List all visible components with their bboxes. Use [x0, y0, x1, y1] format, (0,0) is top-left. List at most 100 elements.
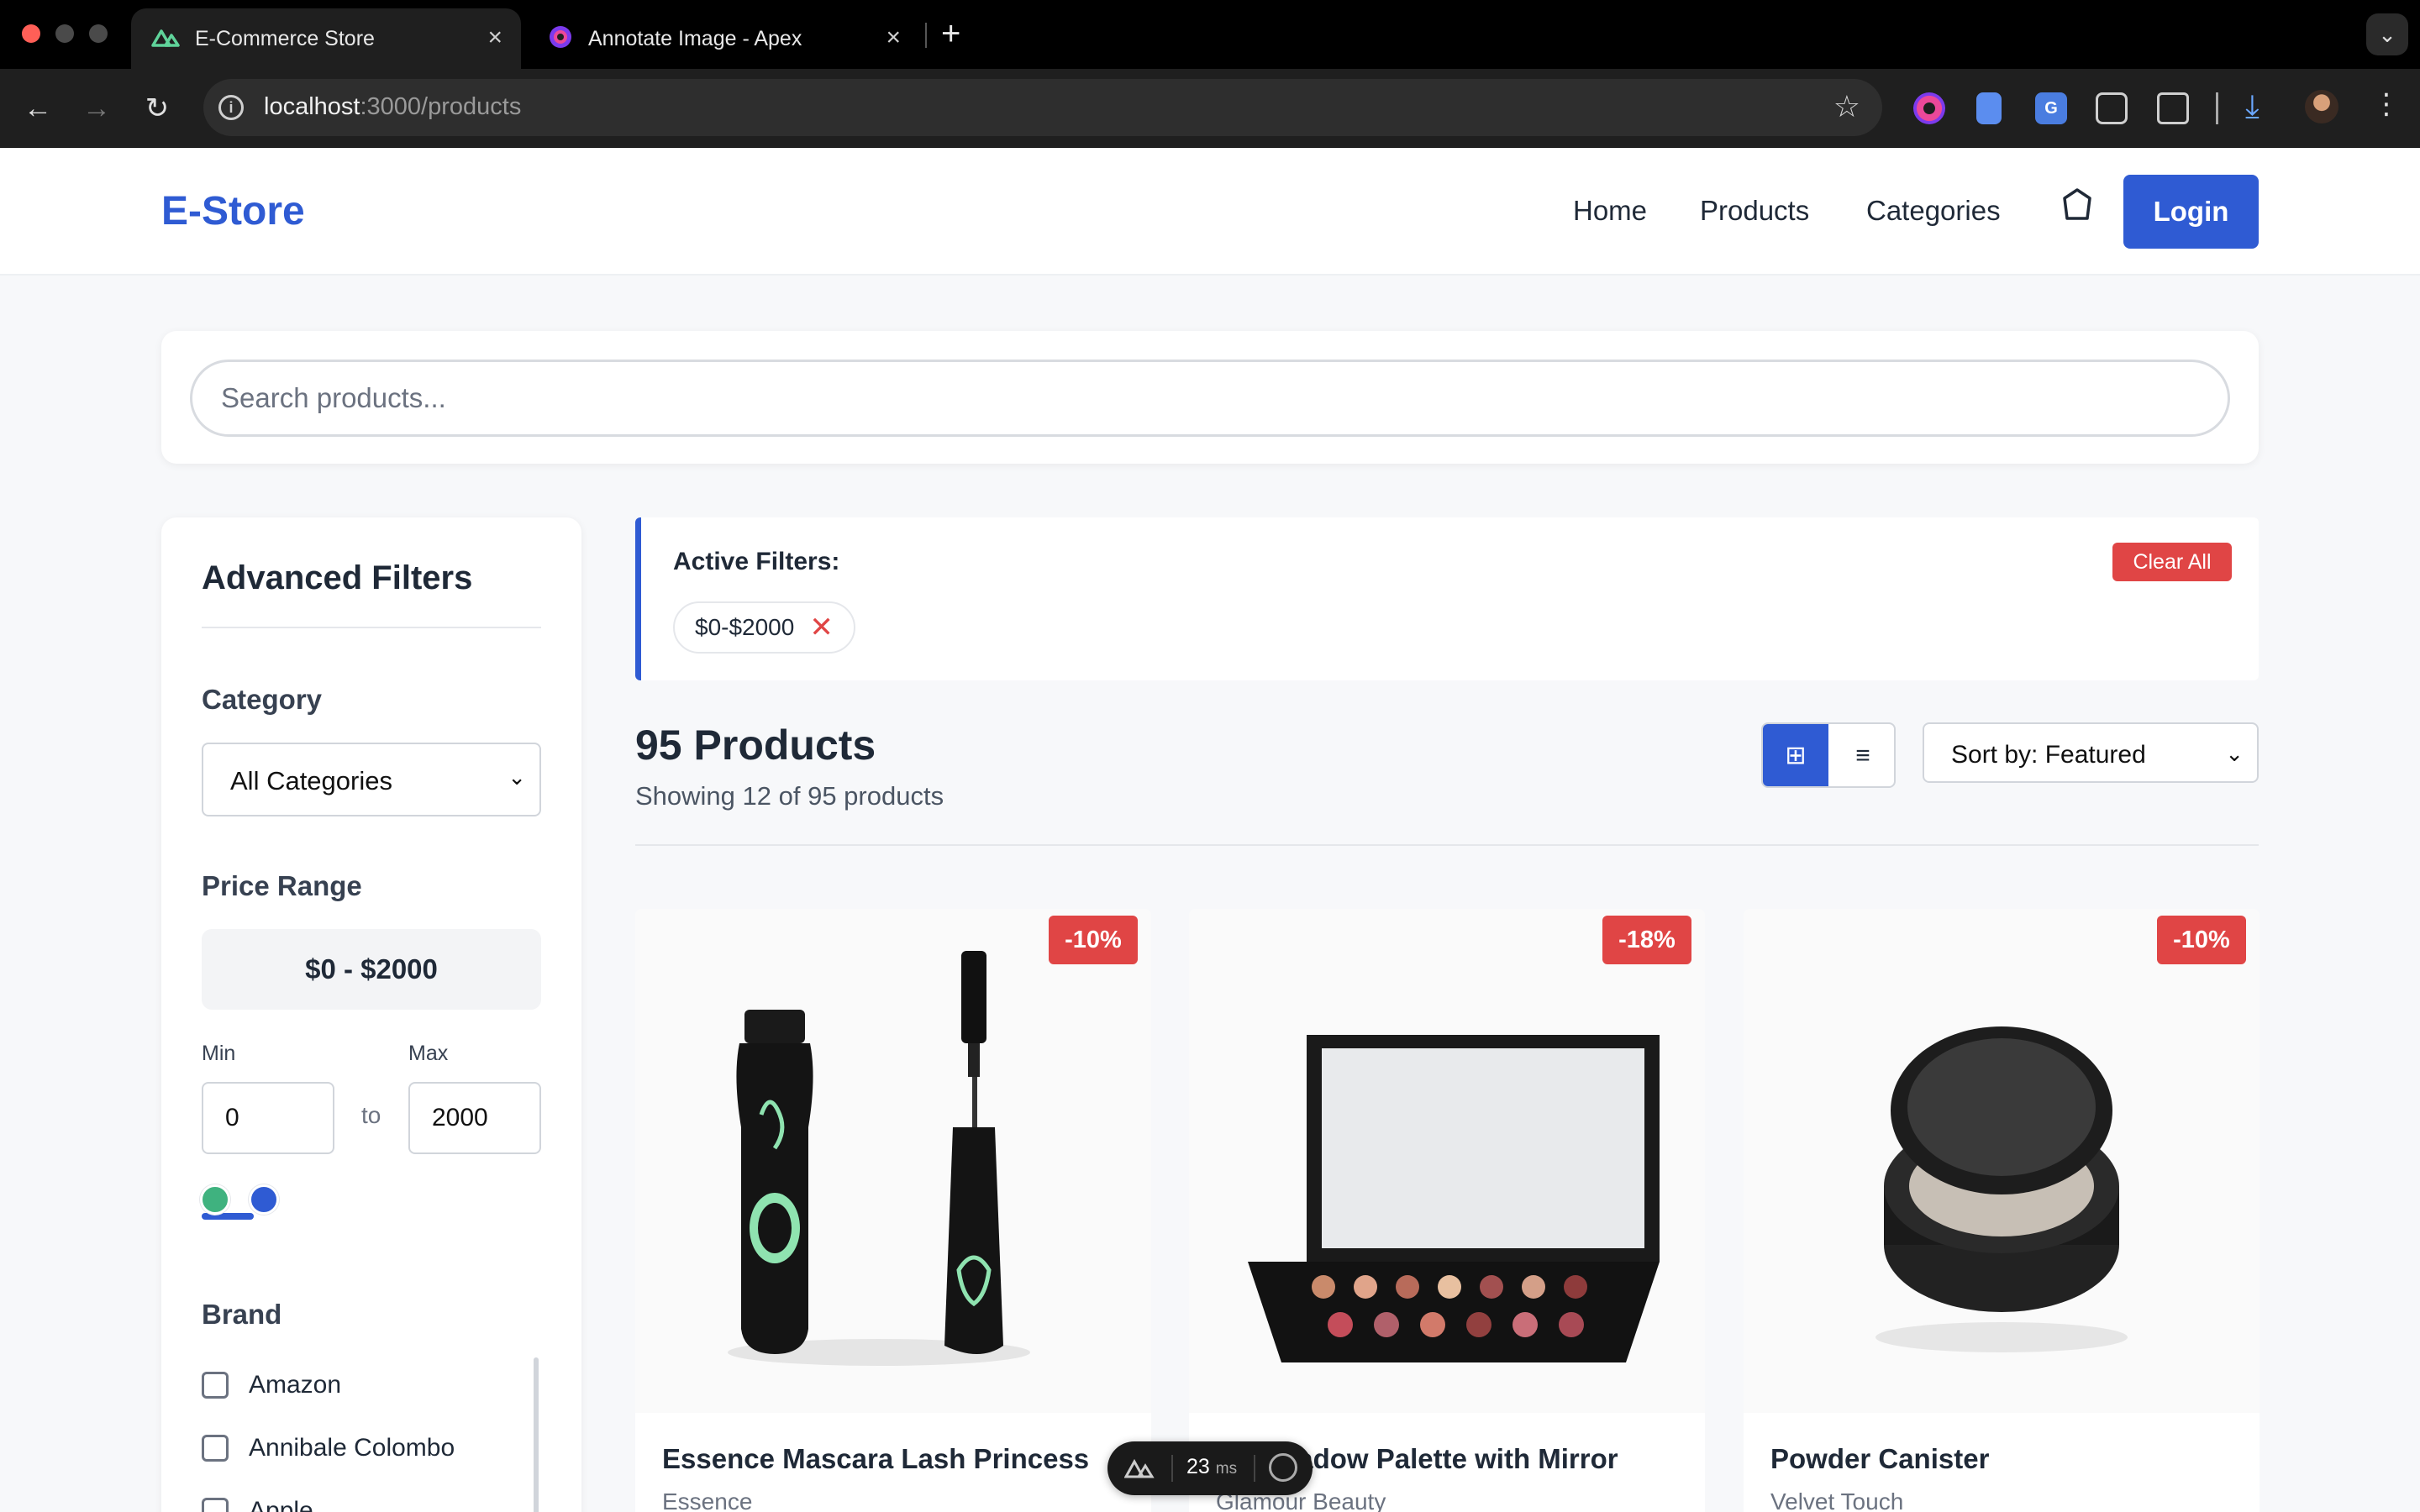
- view-toggle: ⊞ ≡: [1761, 722, 1896, 788]
- toolbar-divider: [2216, 92, 2218, 124]
- nav-categories[interactable]: Categories: [1866, 195, 2001, 227]
- apex-extension-icon[interactable]: [1913, 92, 1945, 124]
- product-brand: Essence: [662, 1488, 753, 1512]
- price-slider-track[interactable]: [202, 1213, 254, 1220]
- close-icon[interactable]: ✕: [809, 613, 834, 642]
- powder-canister-image[interactable]: -10%: [1744, 909, 2260, 1413]
- bookmark-star-icon[interactable]: ☆: [1833, 89, 1860, 124]
- category-label: Category: [202, 684, 323, 715]
- tab-separator: [925, 23, 927, 48]
- search-input[interactable]: [190, 360, 2230, 437]
- new-tab-icon[interactable]: +: [941, 15, 960, 52]
- active-filters-title: Active Filters:: [673, 548, 840, 575]
- extensions-puzzle-icon[interactable]: [2157, 92, 2189, 124]
- address-bar[interactable]: i localhost:3000/products ☆: [203, 79, 1882, 136]
- grid-view-button[interactable]: ⊞: [1763, 724, 1828, 786]
- window-minimize-button[interactable]: [55, 24, 74, 43]
- browser-menu-icon[interactable]: ⋮: [2372, 87, 2401, 121]
- tab-title: Annotate Image - Apex: [588, 26, 802, 50]
- active-filters-panel: Active Filters: $0-$2000 ✕ Clear All: [635, 517, 2259, 680]
- address-url[interactable]: localhost:3000/products: [264, 93, 521, 121]
- divider: [202, 627, 541, 628]
- back-arrow-icon[interactable]: ←: [18, 89, 57, 128]
- brand-option[interactable]: Apple: [202, 1497, 313, 1512]
- render-time: 23 ms: [1186, 1455, 1238, 1478]
- apex-icon: [548, 24, 573, 54]
- nuxt-icon: [151, 27, 180, 51]
- discount-badge: -10%: [1049, 916, 1138, 964]
- browser-tab-bar: E-Commerce Store × Annotate Image - Apex…: [0, 0, 2420, 69]
- product-name[interactable]: Essence Mascara Lash Princess: [662, 1443, 1089, 1475]
- discount-badge: -18%: [1602, 916, 1691, 964]
- eyeshadow-palette-image[interactable]: -18%: [1189, 909, 1705, 1413]
- price-slider-max-handle[interactable]: [249, 1184, 279, 1215]
- sort-select[interactable]: Sort by: Featured ⌄: [1923, 722, 2259, 783]
- chevron-down-icon: ⌄: [508, 764, 526, 790]
- list-icon: ≡: [1855, 742, 1870, 769]
- category-select[interactable]: All Categories ⌄: [202, 743, 541, 816]
- shopping-bag-icon[interactable]: [2058, 185, 2096, 223]
- tab-title: E-Commerce Store: [195, 26, 375, 50]
- tab-search-chevron-icon[interactable]: ⌄: [2366, 13, 2408, 55]
- window-maximize-button[interactable]: [89, 24, 108, 43]
- brand-option[interactable]: Amazon: [202, 1371, 341, 1399]
- browser-tab-ecommerce[interactable]: E-Commerce Store ×: [131, 8, 521, 69]
- screenshot-extension-icon[interactable]: [2096, 92, 2128, 124]
- forward-arrow-icon[interactable]: →: [77, 89, 116, 128]
- product-count-subtitle: Showing 12 of 95 products: [635, 781, 944, 811]
- product-card[interactable]: -10% Essence Mascara Lash Princess Essen…: [635, 909, 1151, 1512]
- search-card: [161, 331, 2259, 464]
- mascara-image[interactable]: -10%: [635, 909, 1151, 1413]
- min-label: Min: [202, 1042, 236, 1065]
- grid-icon: ⊞: [1785, 742, 1807, 769]
- brand-checkbox[interactable]: [202, 1498, 229, 1512]
- nuxt-devtools-pill[interactable]: 23 ms: [1107, 1441, 1313, 1495]
- price-range-label: Price Range: [202, 870, 362, 901]
- nav-home[interactable]: Home: [1573, 195, 1647, 227]
- brand-option-label: Amazon: [249, 1371, 342, 1399]
- brand-option[interactable]: Annibale Colombo: [202, 1434, 455, 1462]
- brand-label: Brand: [202, 1299, 282, 1330]
- brand-checkbox[interactable]: [202, 1372, 229, 1399]
- price-slider-min-handle[interactable]: [200, 1184, 230, 1215]
- filter-chip[interactable]: $0-$2000 ✕: [673, 601, 855, 654]
- site-info-icon[interactable]: i: [218, 95, 244, 120]
- translate-extension-icon[interactable]: G: [2035, 92, 2067, 124]
- brand-list-scrollbar[interactable]: [534, 1357, 539, 1512]
- inspect-target-icon[interactable]: [1269, 1453, 1297, 1482]
- window-close-button[interactable]: [22, 24, 40, 43]
- browser-tab-annotate[interactable]: Annotate Image - Apex ×: [528, 8, 919, 69]
- list-view-button[interactable]: ≡: [1830, 724, 1894, 786]
- price-range-display: $0 - $2000: [202, 929, 541, 1010]
- tab-close-icon[interactable]: ×: [487, 25, 502, 50]
- tab-close-icon[interactable]: ×: [886, 25, 901, 50]
- login-button[interactable]: Login: [2123, 175, 2259, 249]
- browser-toolbar: ← → ↻ i localhost:3000/products ☆ G ⤓: [0, 69, 2420, 148]
- product-brand: Velvet Touch: [1770, 1488, 1904, 1512]
- nuxt-icon[interactable]: [1123, 1457, 1155, 1483]
- reload-icon[interactable]: ↻: [138, 89, 176, 128]
- max-label: Max: [408, 1042, 449, 1065]
- max-price-input[interactable]: 2000: [408, 1082, 541, 1154]
- clear-all-button[interactable]: Clear All: [2112, 543, 2232, 581]
- download-icon[interactable]: ⤓: [2245, 89, 2260, 125]
- product-card[interactable]: -10% Powder Canister Velvet Touch: [1744, 909, 2260, 1512]
- filter-chip-label: $0-$2000: [695, 614, 795, 640]
- category-select-value: All Categories: [230, 766, 392, 795]
- divider: [1171, 1455, 1173, 1482]
- chevron-down-icon: ⌄: [2225, 741, 2244, 766]
- product-name[interactable]: Powder Canister: [1770, 1443, 1989, 1475]
- profile-avatar[interactable]: [2305, 90, 2338, 123]
- site-header: E-Store Home Products Categories Login: [0, 148, 2420, 276]
- nav-products[interactable]: Products: [1700, 195, 1809, 227]
- to-text: to: [361, 1102, 381, 1128]
- divider: [1254, 1455, 1255, 1482]
- brand-option-label: Apple: [249, 1497, 313, 1512]
- min-price-input[interactable]: 0: [202, 1082, 334, 1154]
- product-card[interactable]: -18% Eyeshadow Palette with Mirror Glamo…: [1189, 909, 1705, 1512]
- brand-checkbox[interactable]: [202, 1435, 229, 1462]
- site-logo[interactable]: E-Store: [161, 188, 305, 234]
- filters-title: Advanced Filters: [202, 559, 473, 596]
- docs-extension-icon[interactable]: [1976, 92, 2002, 124]
- product-count-title: 95 Products: [635, 722, 876, 769]
